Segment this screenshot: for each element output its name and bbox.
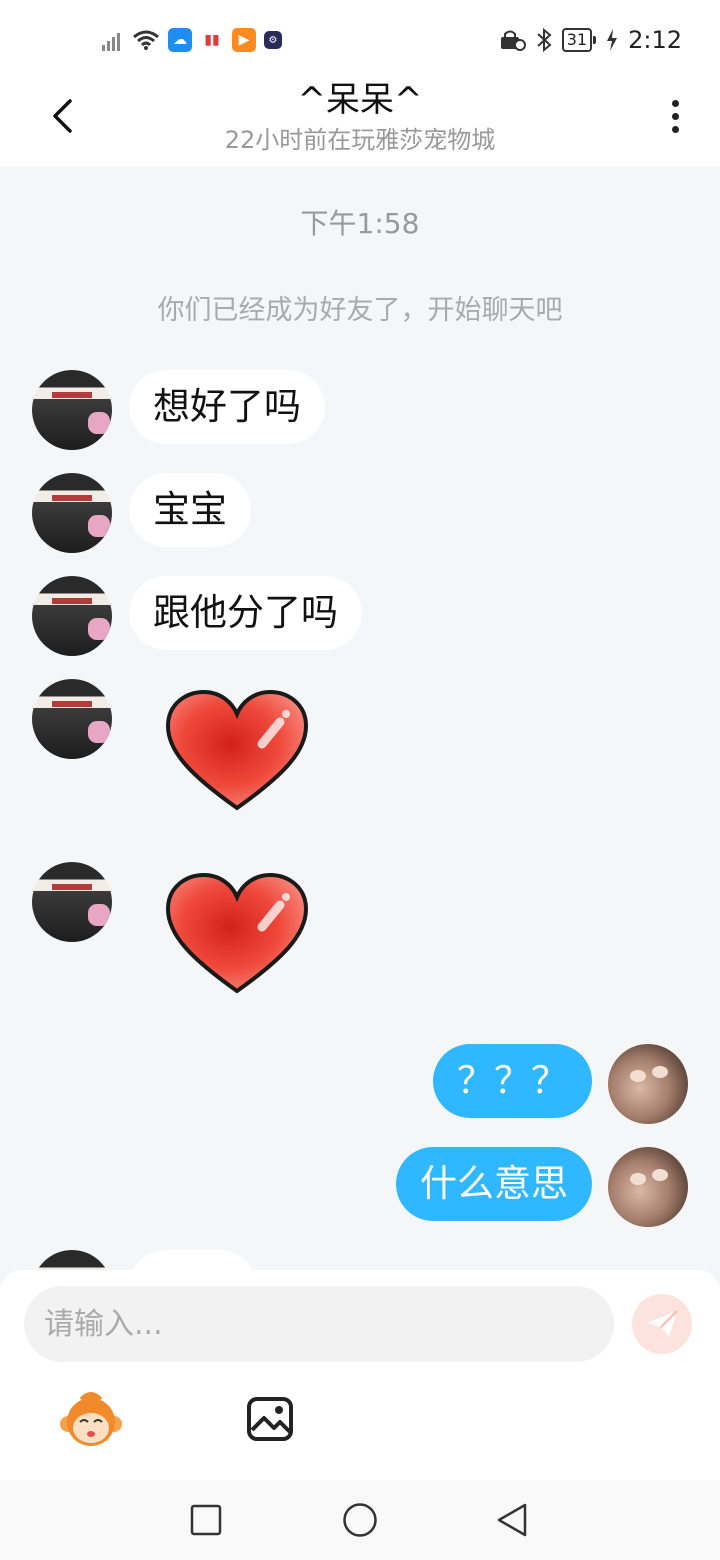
contact-avatar[interactable] <box>32 862 112 942</box>
message-input[interactable] <box>24 1286 614 1362</box>
triangle-back-icon <box>497 1503 527 1537</box>
home-button[interactable] <box>342 1502 378 1538</box>
message-bubble-sent[interactable]: 什么意思 <box>396 1147 592 1221</box>
back-nav-button[interactable] <box>494 1502 530 1538</box>
bluetooth-icon <box>537 28 552 52</box>
system-nav-bar <box>0 1480 720 1560</box>
charging-icon <box>607 29 618 51</box>
contact-avatar[interactable] <box>32 1250 112 1270</box>
settings-app-icon: ⚙ <box>264 31 282 49</box>
status-right-icons: 31 2:12 <box>500 26 682 54</box>
chat-header: ^呆呆^ 22小时前在玩雅莎宠物城 <box>0 80 720 166</box>
system-message: 你们已经成为好友了，开始聊天吧 <box>157 295 563 326</box>
more-options-button[interactable] <box>660 96 690 136</box>
battery-level: 31 <box>566 30 588 49</box>
status-left-icons: ☁ ▮▮ ▶ ⚙ <box>102 28 282 52</box>
recent-apps-button[interactable] <box>188 1502 224 1538</box>
vpn-lock-icon <box>500 30 526 51</box>
contact-avatar[interactable] <box>32 473 112 553</box>
circle-icon <box>343 1503 377 1537</box>
weather-app-icon: ☁ <box>168 28 192 52</box>
clock: 2:12 <box>628 26 682 54</box>
message-list[interactable]: 下午1:58 你们已经成为好友了，开始聊天吧 想好了吗 宝宝 跟他分了吗 ？？？… <box>0 166 720 1270</box>
video-app-icon: ▶ <box>232 28 256 52</box>
send-icon <box>647 1310 678 1337</box>
message-bubble-sent[interactable]: ？？？ <box>433 1044 592 1118</box>
my-avatar[interactable] <box>608 1044 688 1124</box>
message-bubble-received[interactable]: 宝宝 <box>129 473 251 547</box>
heart-sticker[interactable] <box>162 869 312 999</box>
chat-screen: ☁ ▮▮ ▶ ⚙ 31 2:12 ^呆呆^ 22小时前在玩雅莎宠物城 下午1:5… <box>0 0 720 1560</box>
contact-status: 22小时前在玩雅莎宠物城 <box>224 126 496 154</box>
book-app-icon: ▮▮ <box>200 28 224 52</box>
contact-avatar[interactable] <box>32 679 112 759</box>
wifi-icon <box>133 30 159 50</box>
message-bubble-received[interactable]: 想好了吗 <box>129 370 325 444</box>
message-bubble-received[interactable]: 跟他分了吗 <box>129 576 362 650</box>
contact-avatar[interactable] <box>32 576 112 656</box>
message-bubble-received-partial[interactable] <box>129 1250 257 1270</box>
monkey-emoji-icon[interactable] <box>60 1392 122 1448</box>
composer <box>0 1270 720 1480</box>
image-icon[interactable] <box>246 1396 294 1442</box>
heart-sticker[interactable] <box>162 686 312 816</box>
more-vertical-icon <box>671 99 679 107</box>
message-timestamp: 下午1:58 <box>300 207 420 240</box>
my-avatar[interactable] <box>608 1147 688 1227</box>
status-bar: ☁ ▮▮ ▶ ⚙ 31 2:12 <box>0 0 720 80</box>
cellular-signal-icon <box>102 29 124 51</box>
contact-avatar[interactable] <box>32 370 112 450</box>
send-button[interactable] <box>632 1294 692 1354</box>
square-icon <box>190 1504 222 1536</box>
battery-indicator: 31 <box>561 28 597 52</box>
contact-name: ^呆呆^ <box>297 80 423 120</box>
